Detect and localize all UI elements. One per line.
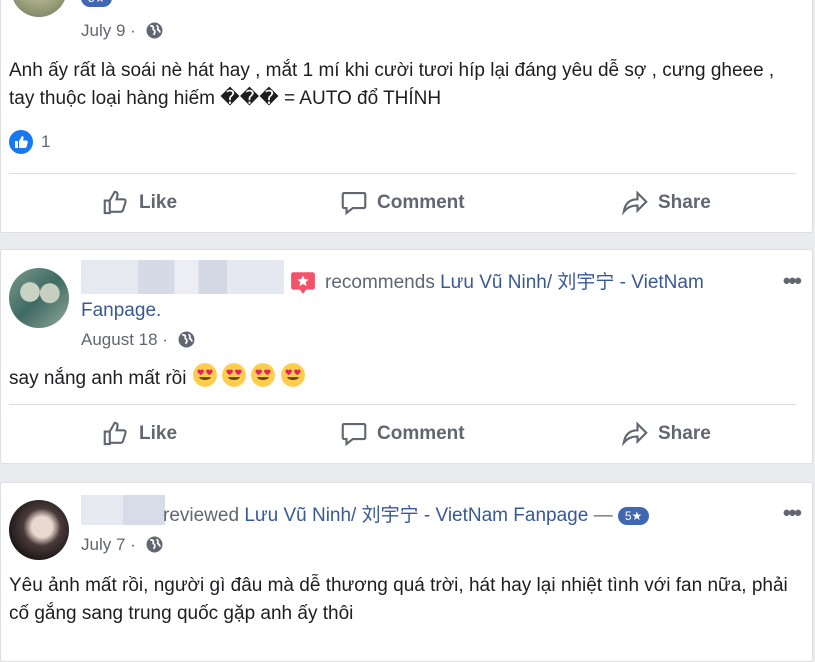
post-date[interactable]: July 9 · [81, 21, 141, 40]
avatar[interactable] [9, 268, 69, 328]
post-date[interactable]: August 18 · [81, 330, 173, 349]
action-verb: recommends [325, 272, 435, 293]
post-card-1: 5★ July 9 · Anh ấy rất là soái nè hát ha… [0, 0, 813, 233]
globe-icon [146, 536, 162, 553]
page-link[interactable]: Lưu Vũ Ninh/ 刘宇宁 - VietNam Fanpage [244, 505, 588, 526]
divider [9, 173, 796, 174]
post-text: say nắng anh mất rồi [9, 368, 187, 389]
reaction-summary[interactable]: 1 [9, 130, 50, 154]
divider [9, 404, 796, 405]
blurred-name [81, 495, 165, 525]
post-header-line1: recommends Lưu Vũ Ninh/ 刘宇宁 - VietNam [325, 270, 704, 296]
comment-icon [341, 191, 367, 216]
thumbs-up-icon [103, 421, 127, 446]
comment-label: Comment [377, 192, 465, 213]
thumbs-up-icon [103, 190, 127, 215]
page-link-continued[interactable]: Fanpage. [81, 298, 161, 324]
more-options-button[interactable]: ••• [783, 500, 802, 526]
post-meta: July 9 · [81, 21, 163, 41]
post-text-row: say nắng anh mất rồi [9, 362, 305, 393]
post-date[interactable]: July 7 · [81, 535, 141, 554]
share-icon [622, 190, 648, 216]
post-card-2: recommends Lưu Vũ Ninh/ 刘宇宁 - VietNam Fa… [0, 249, 813, 464]
share-label: Share [658, 423, 711, 444]
emoji-group [192, 363, 305, 389]
post-text: Yêu ảnh mất rồi, người gì đâu mà dễ thươ… [9, 575, 788, 624]
avatar[interactable] [9, 500, 69, 560]
comment-button[interactable]: Comment [339, 414, 465, 454]
action-bar: Like Comment Share [1, 183, 812, 223]
globe-icon [178, 331, 195, 348]
heart-eyes-emoji-icon [222, 363, 246, 387]
comment-label: Comment [377, 423, 465, 444]
like-count: 1 [41, 132, 51, 151]
post-header-line1: reviewed Lưu Vũ Ninh/ 刘宇宁 - VietNam Fanp… [163, 503, 650, 529]
post-text: Anh ấy rất là soái nè hát hay , mắt 1 mí… [9, 60, 775, 109]
rating-badge: 5★ [81, 0, 113, 7]
comment-icon [341, 422, 367, 447]
avatar[interactable] [11, 0, 67, 17]
heart-eyes-emoji-icon [192, 363, 217, 387]
blurred-name [81, 260, 284, 294]
recommend-icon [291, 272, 315, 294]
more-options-button[interactable]: ••• [783, 268, 802, 294]
rating-badge: 5★ [617, 506, 650, 525]
post-card-3: reviewed Lưu Vũ Ninh/ 刘宇宁 - VietNam Fanp… [0, 482, 813, 662]
heart-eyes-emoji-icon [251, 363, 276, 387]
share-button[interactable]: Share [620, 414, 711, 454]
globe-icon [146, 22, 162, 39]
page-link[interactable]: Lưu Vũ Ninh/ 刘宇宁 - VietNam [440, 272, 704, 293]
like-label: Like [139, 192, 178, 213]
comment-button[interactable]: Comment [339, 183, 465, 223]
heart-eyes-emoji-icon [280, 363, 305, 387]
post-meta: July 7 · [81, 535, 163, 555]
like-label: Like [139, 423, 178, 444]
post-meta: August 18 · [81, 330, 195, 350]
share-button[interactable]: Share [620, 183, 711, 223]
action-verb: reviewed [163, 505, 240, 526]
share-icon [622, 421, 648, 447]
header-dash: — [593, 505, 618, 526]
like-reaction-icon [9, 130, 33, 154]
share-label: Share [658, 192, 711, 213]
like-button[interactable]: Like [101, 414, 177, 454]
action-bar: Like Comment Share [1, 414, 812, 454]
like-button[interactable]: Like [101, 183, 177, 223]
